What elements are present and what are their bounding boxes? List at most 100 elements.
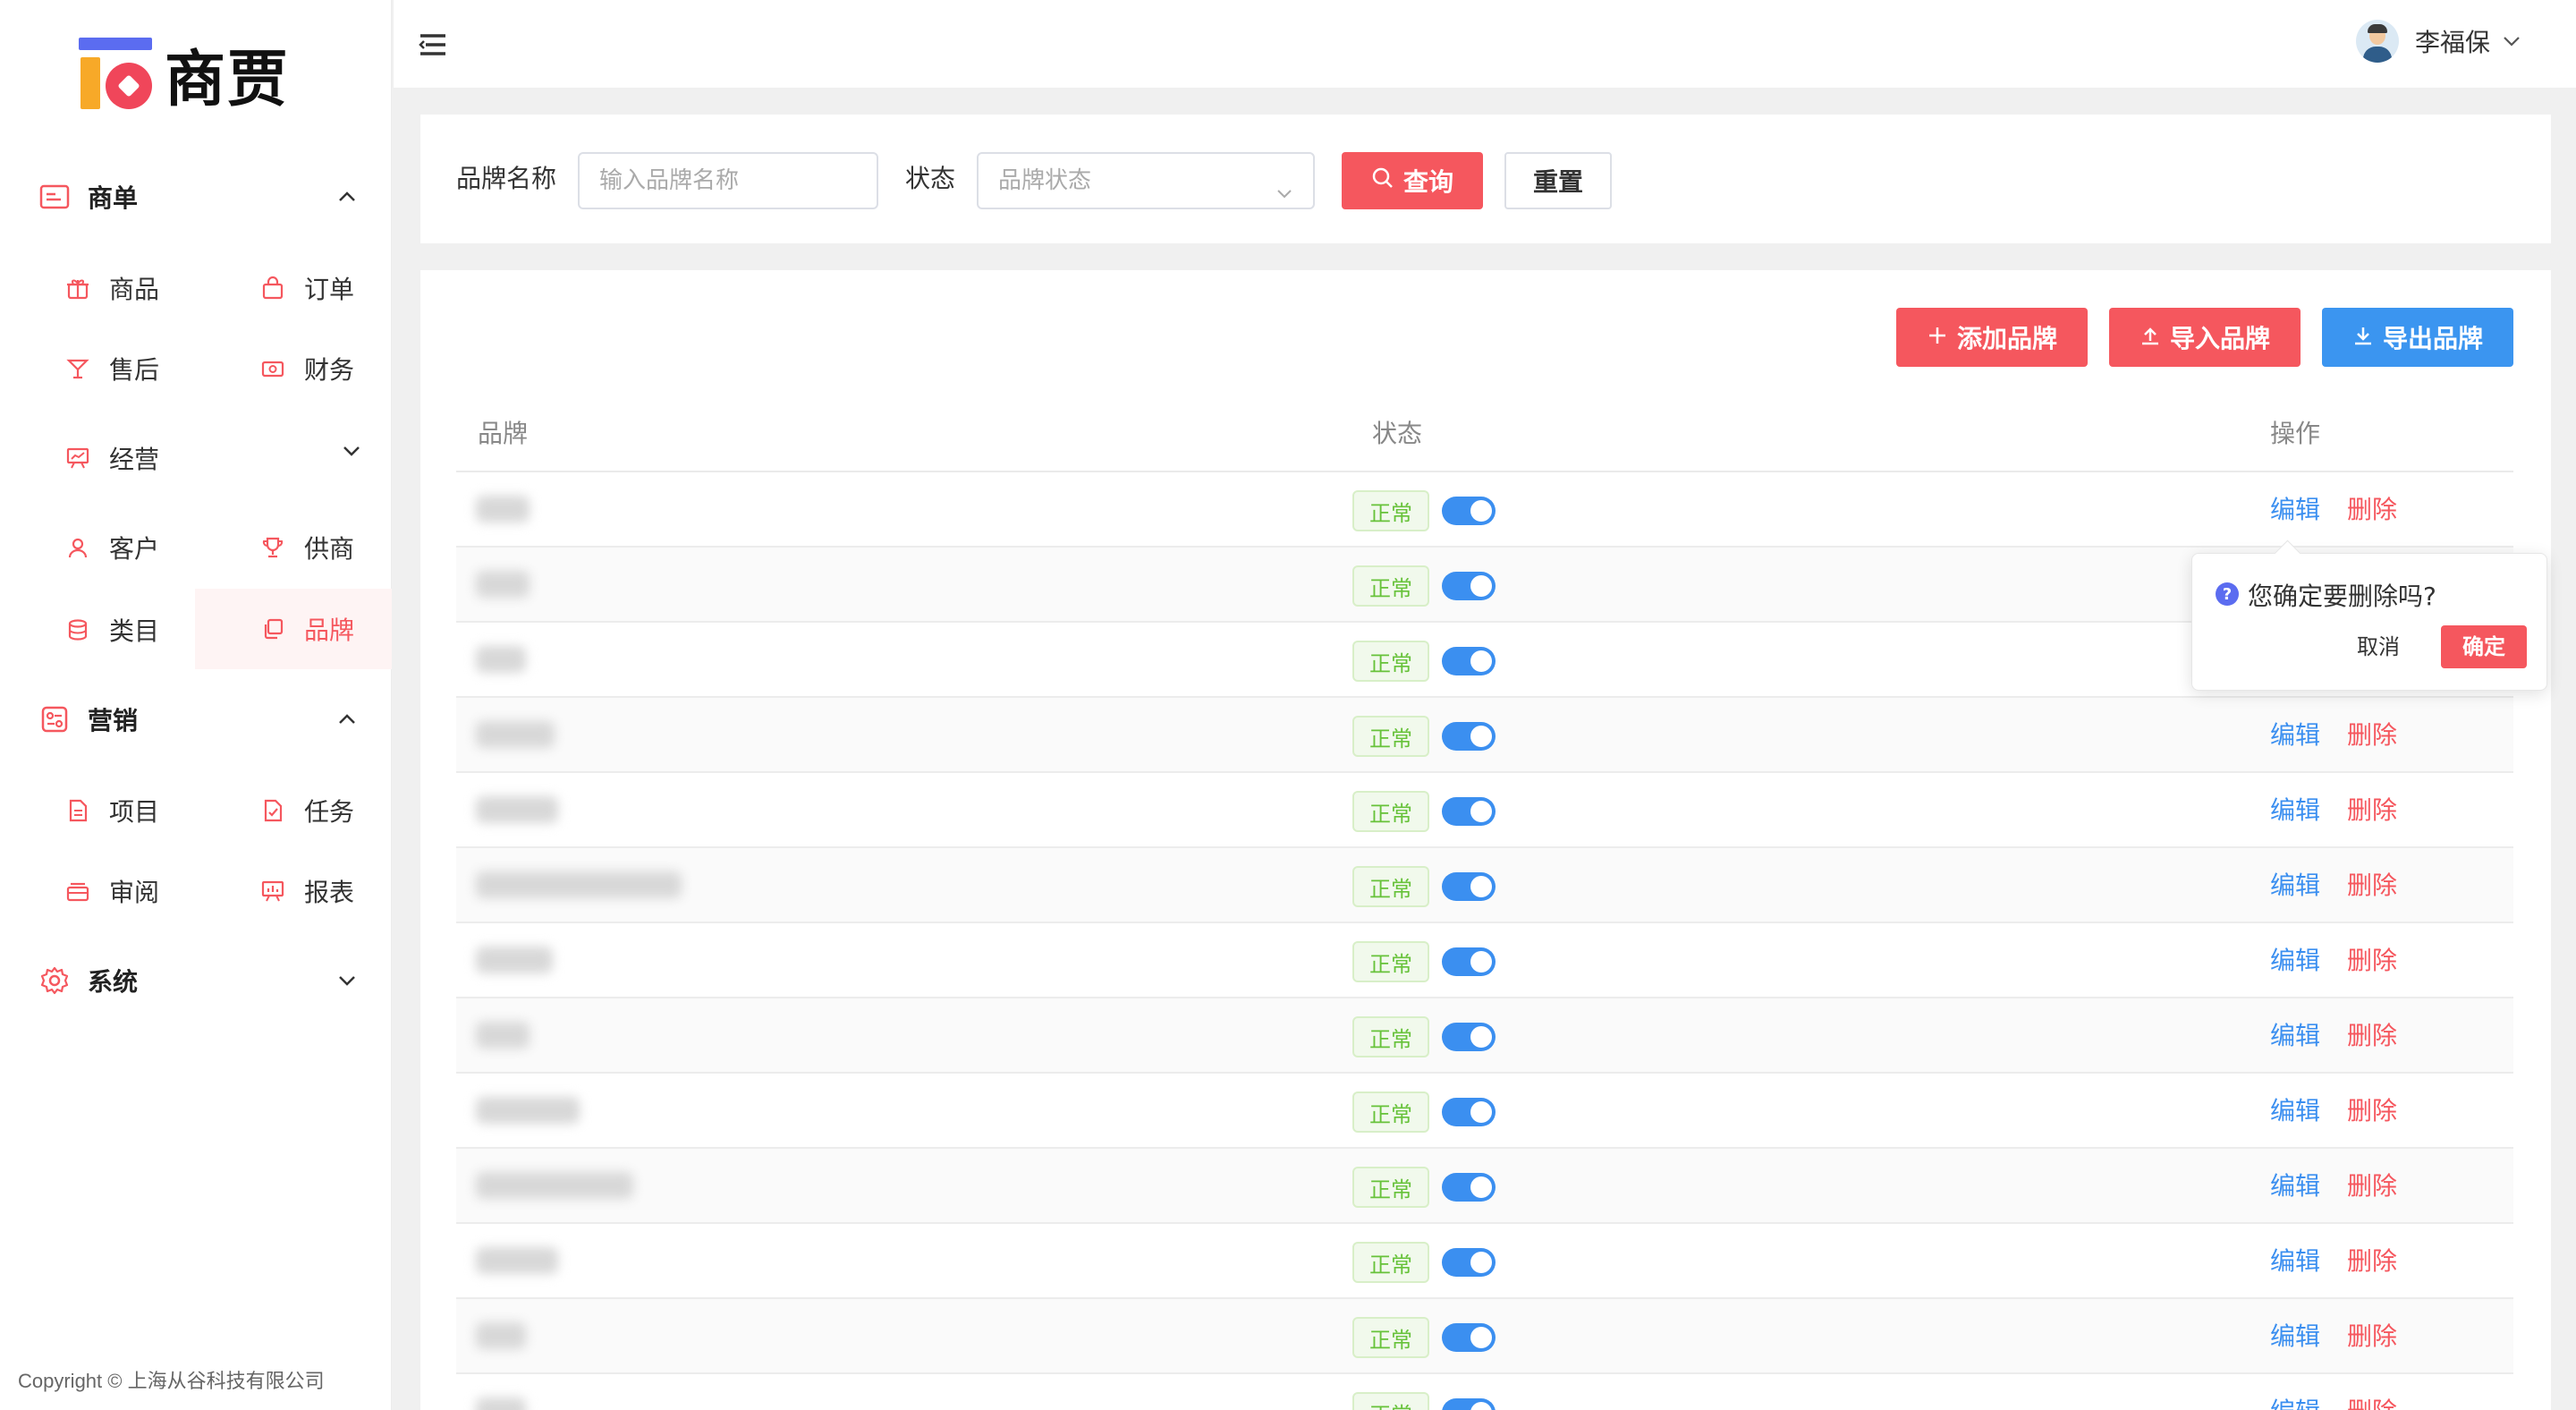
sidebar-item-projects[interactable]: 项目 [64,777,261,845]
status-toggle[interactable] [1442,1323,1496,1352]
report-board-icon [259,878,286,905]
delete-link[interactable]: 删除 [2347,998,2397,1074]
edit-link[interactable]: 编辑 [2270,923,2320,998]
status-toggle[interactable] [1442,647,1496,675]
brand-name-redacted [476,1247,558,1274]
delete-link[interactable]: 删除 [2347,848,2397,923]
chevron-up-icon[interactable] [333,705,361,734]
sidebar-group-label: 营销 [88,706,139,735]
brand-name-redacted [476,947,553,973]
delete-link[interactable]: 删除 [2347,1149,2397,1224]
user-menu[interactable]: 李福保 [2355,18,2522,64]
status-toggle[interactable] [1442,572,1496,600]
sidebar-item-label: 品牌 [304,616,355,645]
status-badge: 正常 [1352,1242,1429,1283]
column-header-brand: 品牌 [478,419,529,448]
edit-link[interactable]: 编辑 [2270,1074,2320,1149]
add-brand-button[interactable]: 添加品牌 [1896,308,2088,367]
status-select-placeholder: 品牌状态 [998,167,1092,194]
status-toggle[interactable] [1442,947,1496,976]
status-badge: 正常 [1352,941,1429,982]
status-badge: 正常 [1352,716,1429,757]
reset-button[interactable]: 重置 [1504,152,1612,209]
delete-confirm-message: 您确定要删除吗? [2248,582,2436,611]
chevron-down-icon[interactable] [333,966,361,995]
user-icon [64,534,91,561]
sidebar-item-label: 任务 [304,797,355,827]
sidebar-item-products[interactable]: 商品 [64,254,261,322]
sidebar-item-label: 订单 [304,275,355,304]
logo-text: 商贾 [165,44,291,115]
edit-link[interactable]: 编辑 [2270,698,2320,773]
edit-link[interactable]: 编辑 [2270,472,2320,548]
delete-link[interactable]: 删除 [2347,1374,2397,1410]
status-toggle[interactable] [1442,1398,1496,1410]
delete-link[interactable]: 删除 [2347,1224,2397,1299]
document-icon [64,797,91,824]
status-toggle[interactable] [1442,722,1496,751]
task-check-icon [259,797,286,824]
edit-link[interactable]: 编辑 [2270,1224,2320,1299]
status-toggle[interactable] [1442,872,1496,901]
sidebar-item-label: 报表 [304,878,355,907]
edit-link[interactable]: 编辑 [2270,848,2320,923]
status-toggle[interactable] [1442,1098,1496,1126]
app-logo[interactable]: 商贾 [79,38,290,115]
status-toggle[interactable] [1442,797,1496,826]
sidebar-group-marketing[interactable]: 营销 [39,692,361,746]
chevron-down-icon [2501,30,2522,52]
edit-link[interactable]: 编辑 [2270,1149,2320,1224]
edit-link[interactable]: 编辑 [2270,1299,2320,1374]
upload-icon [2140,323,2170,352]
brand-name-redacted [476,496,530,522]
edit-link[interactable]: 编辑 [2270,773,2320,848]
delete-link[interactable]: 删除 [2347,698,2397,773]
export-brand-button[interactable]: 导出品牌 [2322,308,2513,367]
download-icon [2352,323,2383,352]
brand-name-redacted [476,871,682,898]
table-row: 正常 编辑删除 [456,1224,2513,1299]
user-name: 李福保 [2414,28,2490,57]
sidebar-item-brands[interactable]: 品牌 [195,589,392,669]
presentation-chart-icon [64,445,91,471]
status-toggle[interactable] [1442,1173,1496,1202]
delete-link[interactable]: 删除 [2347,1299,2397,1374]
sidebar-item-after-sales[interactable]: 售后 [64,335,261,403]
menu-toggle-icon[interactable] [419,32,447,57]
status-badge: 正常 [1352,1392,1429,1410]
sidebar-item-operations[interactable]: 经营 [64,424,361,492]
sidebar-item-customers[interactable]: 客户 [64,514,261,582]
delete-link[interactable]: 删除 [2347,773,2397,848]
banknote-icon [259,355,286,382]
sidebar-group-orders[interactable]: 商单 [39,170,361,224]
delete-link[interactable]: 删除 [2347,472,2397,548]
chevron-up-icon[interactable] [333,183,361,211]
sidebar-item-review[interactable]: 审阅 [64,857,261,925]
logo-mark-icon [79,38,152,109]
filter-panel: 品牌名称 输入品牌名称 状态 品牌状态 查询 重置 [420,115,2551,243]
table-row: 正常 编辑删除 [456,1149,2513,1224]
brand-name-input[interactable]: 输入品牌名称 [578,152,878,209]
search-icon [1371,166,1403,196]
status-toggle[interactable] [1442,1023,1496,1051]
table-row: 正常 编辑删除 [456,923,2513,998]
delete-link[interactable]: 删除 [2347,923,2397,998]
sidebar-item-label: 审阅 [109,878,160,907]
import-brand-button[interactable]: 导入品牌 [2109,308,2301,367]
status-badge: 正常 [1352,641,1429,682]
cancel-button[interactable]: 取消 [2350,625,2407,668]
status-select[interactable]: 品牌状态 [977,152,1315,209]
sidebar-group-system[interactable]: 系统 [39,954,361,1007]
brand-name-redacted [476,1097,580,1124]
status-toggle[interactable] [1442,497,1496,525]
confirm-button[interactable]: 确定 [2441,625,2527,668]
status-label: 状态 [905,164,956,193]
status-toggle[interactable] [1442,1248,1496,1277]
delete-link[interactable]: 删除 [2347,1074,2397,1149]
edit-link[interactable]: 编辑 [2270,1374,2320,1410]
table-row: 正常 编辑删除 [456,472,2513,548]
brand-name-placeholder: 输入品牌名称 [599,167,740,194]
chevron-down-icon[interactable] [342,444,361,461]
query-button[interactable]: 查询 [1342,152,1483,209]
edit-link[interactable]: 编辑 [2270,998,2320,1074]
